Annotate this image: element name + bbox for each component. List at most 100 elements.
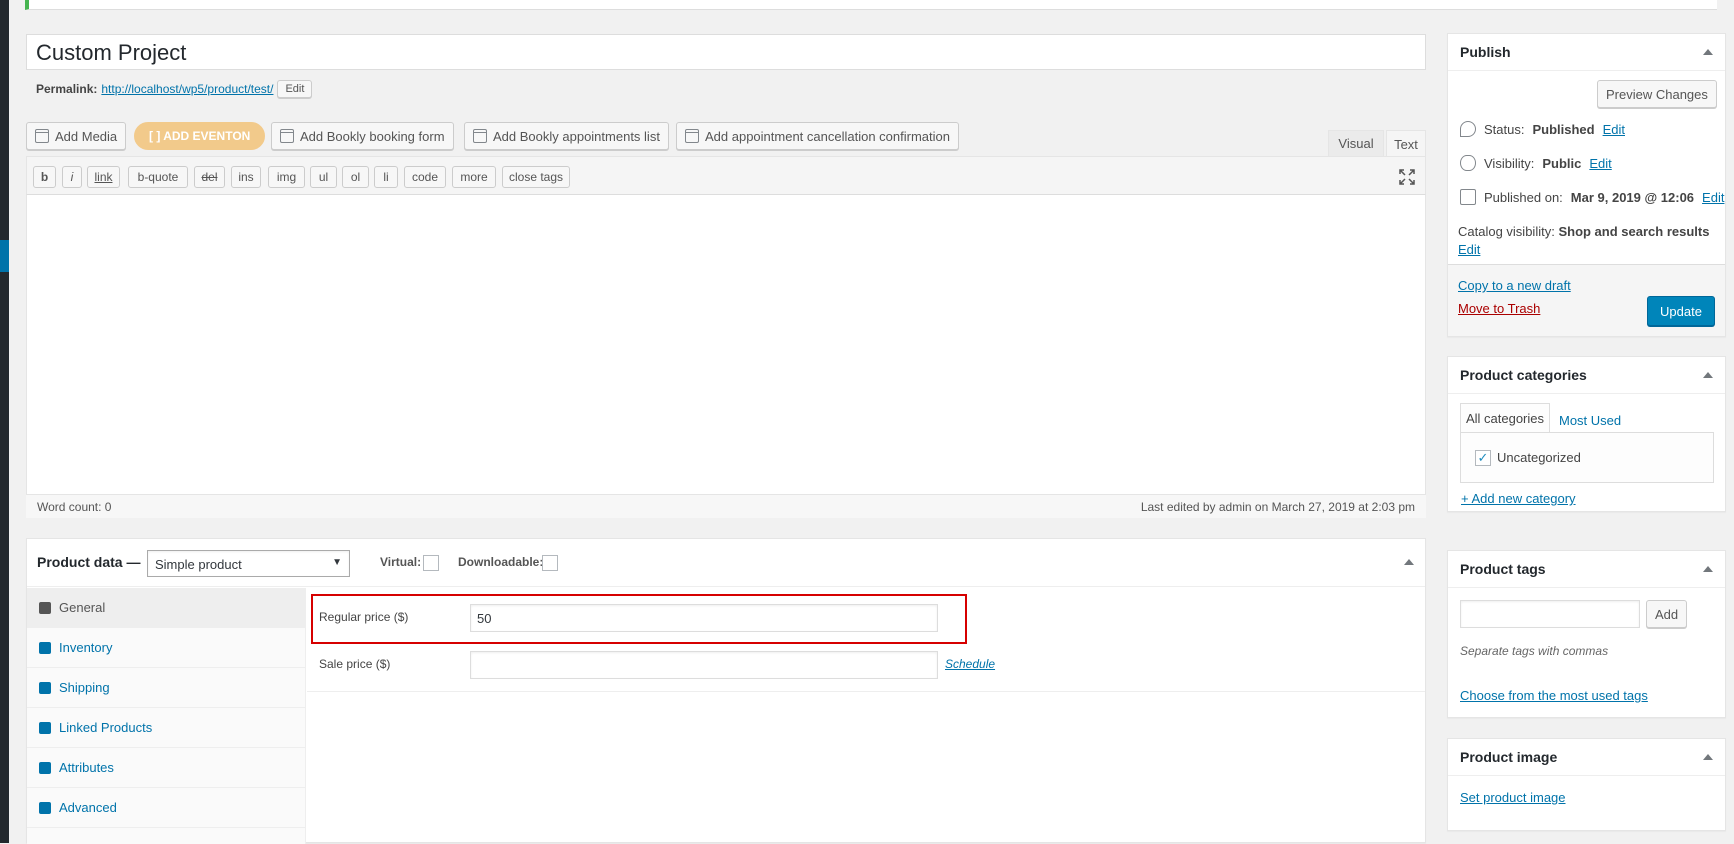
published-edit-link[interactable]: Edit <box>1702 190 1724 205</box>
permalink-label: Permalink: <box>36 82 98 96</box>
fullscreen-icon[interactable] <box>1399 169 1415 185</box>
tags-input[interactable] <box>1460 600 1640 628</box>
post-title-input[interactable]: Custom Project <box>26 34 1426 70</box>
qt-ins-button[interactable]: ins <box>231 166 261 188</box>
sale-price-input[interactable] <box>470 651 938 679</box>
status-label: Status: <box>1484 121 1525 137</box>
uncategorized-label: Uncategorized <box>1497 450 1581 465</box>
calendar-icon <box>280 129 294 143</box>
regular-price-value: 50 <box>477 611 492 626</box>
add-cancellation-button[interactable]: Add appointment cancellation confirmatio… <box>676 122 959 150</box>
calendar-icon <box>473 129 487 143</box>
product-image-box: Product image Set product image <box>1447 738 1726 831</box>
qt-ol-button[interactable]: ol <box>342 166 369 188</box>
downloadable-label: Downloadable: <box>458 555 544 569</box>
tags-title: Product tags <box>1460 561 1546 577</box>
regular-price-label: Regular price ($) <box>319 610 409 624</box>
preview-changes-button[interactable]: Preview Changes <box>1597 80 1717 108</box>
tab-linked-products[interactable]: Linked Products <box>27 708 306 748</box>
tab-inventory[interactable]: Inventory <box>27 628 306 668</box>
qt-bquote-button[interactable]: b-quote <box>128 166 188 188</box>
status-row: Status: Published Edit <box>1460 121 1625 137</box>
tags-header: Product tags <box>1448 551 1725 588</box>
collapse-toggle-icon[interactable] <box>1404 559 1414 565</box>
tab-text[interactable]: Text <box>1386 130 1426 157</box>
product-data-label: Product data — <box>37 554 141 570</box>
collapse-toggle-icon[interactable] <box>1703 49 1713 55</box>
tab-general-label: General <box>59 600 106 615</box>
add-tag-button[interactable]: Add <box>1646 600 1688 628</box>
qt-li-button[interactable]: li <box>374 166 398 188</box>
content-editor[interactable] <box>26 156 1426 518</box>
tab-shipping[interactable]: Shipping <box>27 668 306 708</box>
gear-icon <box>39 801 51 814</box>
tab-most-used[interactable]: Most Used <box>1559 413 1621 428</box>
collapse-toggle-icon[interactable] <box>1703 566 1713 572</box>
sale-price-label: Sale price ($) <box>319 657 391 671</box>
tab-all-categories[interactable]: All categories <box>1460 403 1550 433</box>
product-data-box: Product data — Simple product ▼ Virtual:… <box>26 538 1426 844</box>
tab-advanced[interactable]: Advanced <box>27 788 306 828</box>
permalink-edit-button[interactable]: Edit <box>277 80 313 98</box>
collapse-toggle-icon[interactable] <box>1703 754 1713 760</box>
visibility-value: Public <box>1542 155 1582 171</box>
visibility-label: Visibility: <box>1484 155 1535 171</box>
qt-code-button[interactable]: code <box>404 166 446 188</box>
product-type-select[interactable]: Simple product ▼ <box>147 550 350 577</box>
tag-icon <box>39 641 51 654</box>
categories-title: Product categories <box>1460 367 1587 383</box>
add-media-label: Add Media <box>55 128 118 144</box>
product-categories-box: Product categories All categories Most U… <box>1447 356 1726 512</box>
cancellation-label: Add appointment cancellation confirmatio… <box>705 128 950 144</box>
qt-italic-button[interactable]: i <box>62 166 82 188</box>
admin-sidebar-collapse-tab[interactable] <box>0 240 9 272</box>
copy-draft-link[interactable]: Copy to a new draft <box>1458 278 1571 293</box>
uncategorized-checkbox[interactable]: ✓ <box>1475 450 1491 466</box>
visibility-row: Visibility: Public Edit <box>1460 155 1612 171</box>
image-header: Product image <box>1448 739 1725 776</box>
chevron-down-icon: ▼ <box>332 557 342 568</box>
update-notice <box>25 0 1717 10</box>
qt-ul-button[interactable]: ul <box>310 166 337 188</box>
tab-linked-products-label: Linked Products <box>59 720 153 735</box>
downloadable-checkbox[interactable] <box>542 555 558 571</box>
choose-most-used-tags-link[interactable]: Choose from the most used tags <box>1460 688 1648 703</box>
qt-more-button[interactable]: more <box>452 166 496 188</box>
publish-header: Publish <box>1448 34 1725 71</box>
qt-link-button[interactable]: link <box>87 166 120 188</box>
product-tags-box: Product tags Add Separate tags with comm… <box>1447 550 1726 718</box>
add-bookly-list-button[interactable]: Add Bookly appointments list <box>464 122 669 150</box>
tab-general[interactable]: General <box>27 588 306 628</box>
permalink-row: Permalink: http://localhost/wp5/product/… <box>36 80 313 98</box>
add-media-button[interactable]: Add Media <box>26 122 127 150</box>
categories-list: ✓ Uncategorized <box>1460 432 1714 483</box>
regular-price-input[interactable]: 50 <box>470 604 938 632</box>
move-to-trash-link[interactable]: Move to Trash <box>1458 301 1540 316</box>
product-type-value: Simple product <box>155 557 242 572</box>
calendar-icon <box>1460 189 1476 205</box>
qt-del-button[interactable]: del <box>194 166 225 188</box>
update-button[interactable]: Update <box>1647 296 1715 326</box>
publish-title: Publish <box>1460 44 1511 60</box>
schedule-link[interactable]: Schedule <box>945 657 995 671</box>
tab-visual[interactable]: Visual <box>1328 130 1384 157</box>
qt-bold-button[interactable]: b <box>33 166 56 188</box>
add-new-category-link[interactable]: + Add new category <box>1461 491 1576 506</box>
collapse-toggle-icon[interactable] <box>1703 372 1713 378</box>
set-product-image-link[interactable]: Set product image <box>1460 790 1566 805</box>
bookly-form-label: Add Bookly booking form <box>300 128 445 144</box>
status-value: Published <box>1532 121 1595 137</box>
virtual-checkbox[interactable] <box>423 555 439 571</box>
status-edit-link[interactable]: Edit <box>1603 122 1625 137</box>
qt-close-tags-button[interactable]: close tags <box>502 166 570 188</box>
add-bookly-form-button[interactable]: Add Bookly booking form <box>271 122 454 150</box>
catalog-visibility-row: Catalog visibility: Shop and search resu… <box>1458 223 1718 259</box>
editor-status-bar: Word count: 0 Last edited by admin on Ma… <box>26 494 1426 518</box>
permalink-link[interactable]: http://localhost/wp5/product/test/ <box>101 82 273 96</box>
tags-help-text: Separate tags with commas <box>1460 644 1609 658</box>
tab-attributes[interactable]: Attributes <box>27 748 306 788</box>
qt-img-button[interactable]: img <box>268 166 305 188</box>
catalog-edit-link[interactable]: Edit <box>1458 242 1480 257</box>
visibility-edit-link[interactable]: Edit <box>1589 156 1611 171</box>
add-eventon-button[interactable]: [ ] ADD EVENTON <box>134 122 266 150</box>
